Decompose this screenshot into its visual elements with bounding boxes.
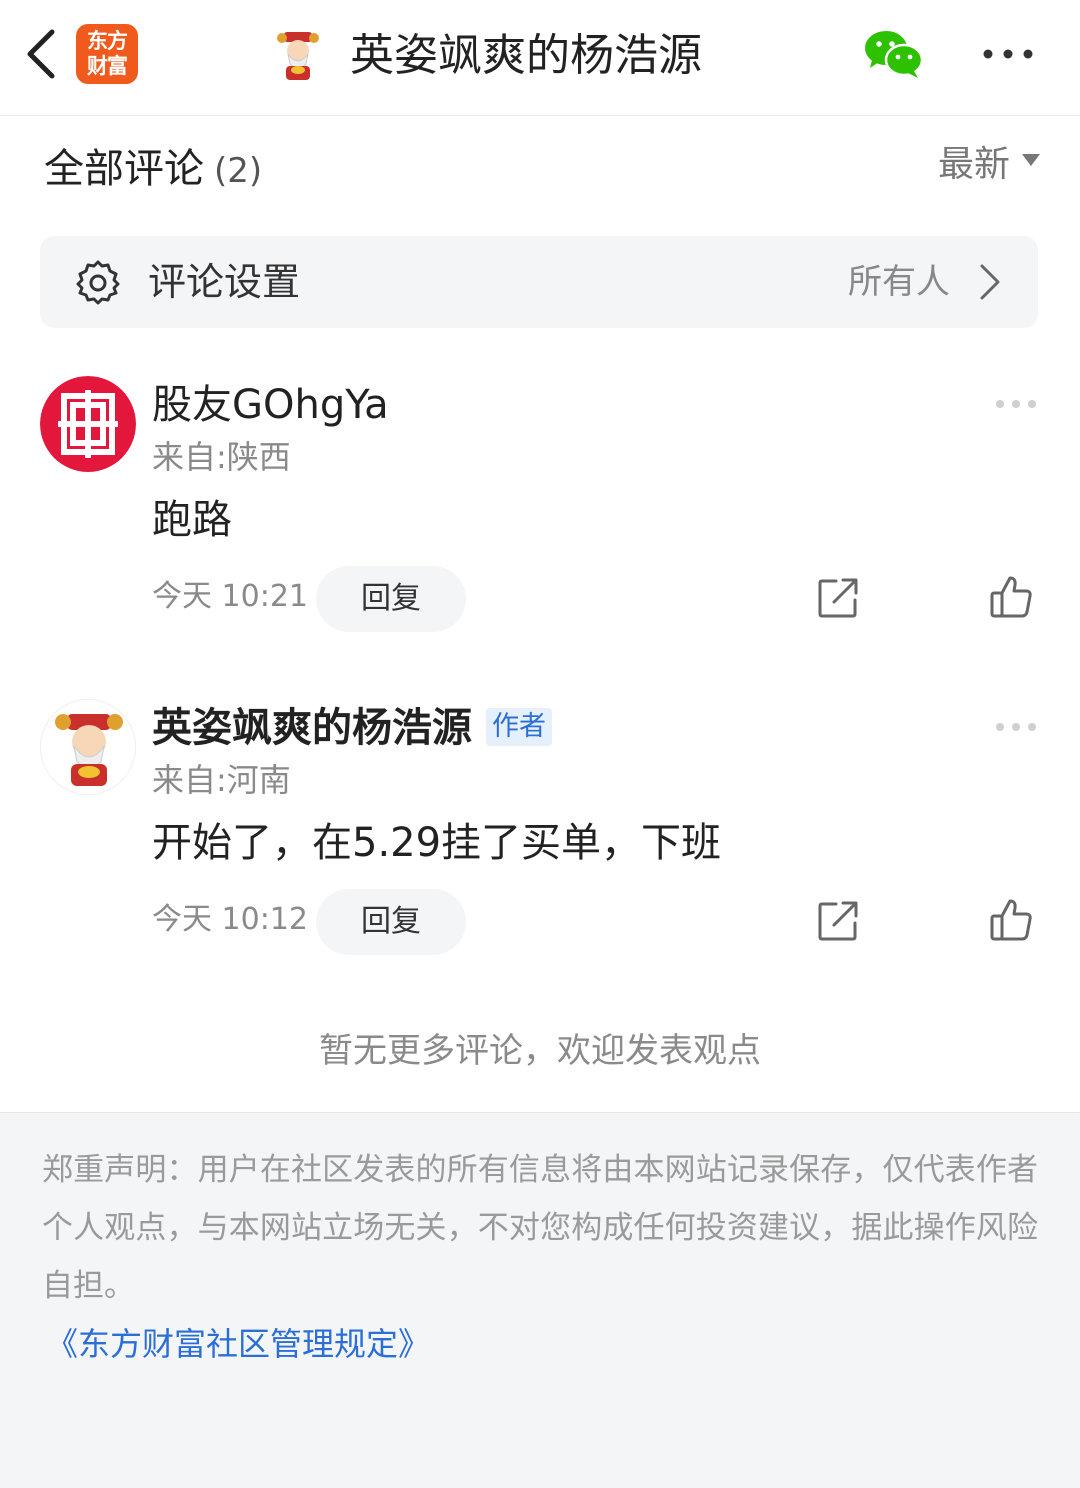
share-icon[interactable] [816,899,860,943]
author-avatar-icon[interactable] [270,26,326,82]
comment-count: (2) [214,151,263,191]
comment-time: 今天 10:21 [152,579,308,614]
comment-time: 今天 10:12 [152,902,308,937]
comment-username[interactable]: 股友GOhgYa [152,378,389,432]
comment-username[interactable]: 英姿飒爽的杨浩源 作者 [152,701,552,755]
all-comments-title: 全部评论 [44,146,204,192]
comment-more-icon[interactable] [994,394,1038,414]
avatar[interactable] [40,376,136,472]
no-more-comments-text: 暂无更多评论，欢迎发表观点 [319,1031,761,1071]
share-icon[interactable] [816,576,860,620]
author-badge: 作者 [486,708,552,746]
comment-settings-row[interactable]: 评论设置 所有人 [40,236,1038,328]
comment-settings-value: 所有人 [848,262,950,302]
reply-button[interactable]: 回复 [316,889,466,955]
reply-button[interactable]: 回复 [316,566,466,632]
community-rules-link[interactable]: 《东方财富社区管理规定》 [46,1319,430,1369]
comment-settings-label: 评论设置 [148,260,301,304]
more-icon[interactable] [978,36,1038,72]
comment-text: 开始了，在5.29挂了买单，下班 [152,820,722,866]
logo-text-line2: 财富 [87,54,128,78]
comment-location: 来自:陕西 [152,438,291,476]
avatar[interactable] [40,699,136,795]
chevron-right-icon [978,262,1002,302]
gear-icon [74,258,122,306]
all-comments-heading: 全部评论 (2) [44,142,262,198]
thumbs-up-icon[interactable] [988,574,1034,620]
sort-dropdown[interactable]: 最新 [938,140,1040,190]
sort-label: 最新 [937,144,1010,185]
comment-more-icon[interactable] [994,717,1038,737]
comment-username-text: 英姿飒爽的杨浩源 [152,705,472,751]
comment-item: 股友GOhgYa 来自:陕西 跑路 今天 10:21 回复 [0,376,1080,676]
disclaimer-text: 郑重声明：用户在社区发表的所有信息将由本网站记录保存，仅代表作者个人观点，与本网… [42,1152,1038,1304]
wechat-icon[interactable] [862,26,926,82]
back-arrow-icon[interactable] [18,24,68,84]
thumbs-up-icon[interactable] [988,897,1034,943]
logo-text-line1: 东方 [87,29,128,53]
disclaimer-footer: 郑重声明：用户在社区发表的所有信息将由本网站记录保存，仅代表作者个人观点，与本网… [0,1112,1080,1488]
eastmoney-logo[interactable]: 东方 财富 [76,24,138,84]
top-navigation-bar: 东方 财富 英姿飒爽的杨浩源 [0,0,1080,116]
sort-triangle-icon [1022,154,1040,166]
comment-text: 跑路 [152,497,232,543]
page-title: 英姿飒爽的杨浩源 [350,30,702,81]
comment-location: 来自:河南 [152,761,291,799]
comment-item: 英姿飒爽的杨浩源 作者 来自:河南 开始了，在5.29挂了买单，下班 今天 10:… [0,699,1080,999]
